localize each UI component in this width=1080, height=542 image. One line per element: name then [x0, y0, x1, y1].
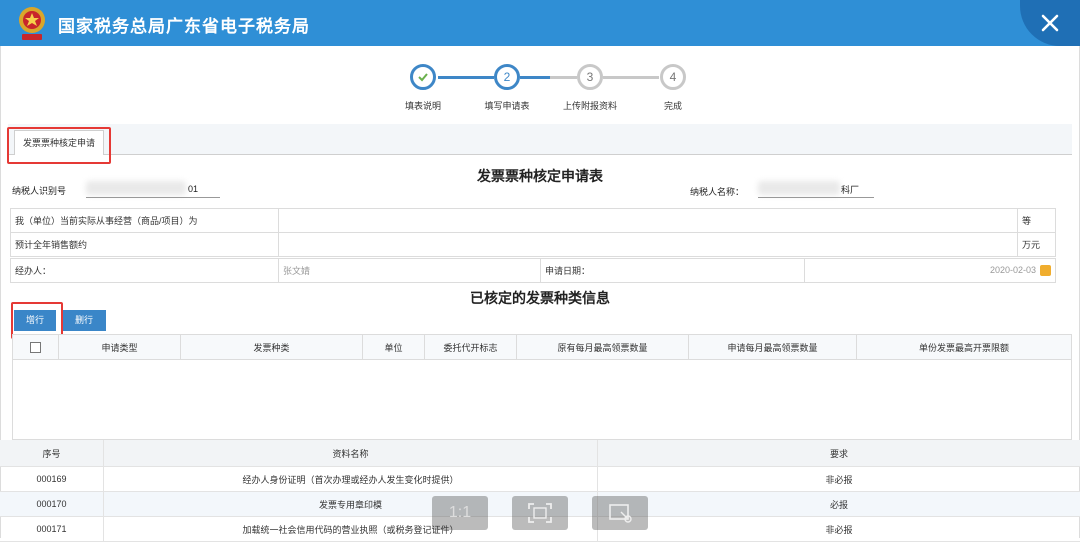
fit-screen-icon	[528, 503, 552, 523]
materials-header-row: 序号 资料名称 要求	[0, 440, 1080, 467]
business-scope-unit: 等	[1017, 208, 1056, 233]
step-connector	[603, 76, 659, 79]
close-icon	[1041, 14, 1059, 32]
step-connector	[550, 76, 577, 79]
calendar-icon[interactable]	[1040, 265, 1051, 277]
annual-sales-input[interactable]	[278, 232, 1018, 257]
step-3-circle: 3	[577, 64, 603, 90]
col-header: 单位	[363, 335, 425, 359]
app-title: 国家税务总局广东省电子税务局	[58, 17, 310, 36]
check-icon	[418, 73, 428, 82]
material-name: 经办人身份证明（首次办理或经办人发生变化时提供）	[104, 467, 598, 491]
col-header: 申请每月最高领票数量	[689, 335, 857, 359]
material-id: 000170	[0, 492, 104, 516]
redacted-taxpayer-name	[758, 181, 840, 195]
col-header: 发票种类	[181, 335, 363, 359]
fit-screen-button[interactable]	[512, 496, 568, 530]
apply-date-input[interactable]: 2020-02-03	[804, 258, 1056, 283]
add-row-button[interactable]: 增行	[14, 310, 56, 331]
field-underline	[758, 197, 874, 198]
redacted-taxpayer-id	[86, 181, 186, 195]
annual-sales-label: 预计全年销售额约	[10, 232, 279, 257]
select-all-checkbox[interactable]	[30, 341, 41, 353]
approved-types-title: 已核定的发票种类信息	[470, 290, 610, 306]
col-header: 要求	[829, 448, 848, 459]
step-connector	[520, 76, 550, 79]
col-header: 序号	[0, 440, 104, 466]
tab-invoice-type-application[interactable]: 发票票种核定申请	[14, 130, 105, 155]
crop-button[interactable]	[592, 496, 648, 530]
tax-emblem-icon	[19, 7, 45, 40]
application-form-table: 我（单位）当前实际从事经营（商品/项目）为 等 预计全年销售额约 万元	[10, 208, 1056, 257]
col-header: 委托代开标志	[425, 335, 517, 359]
apply-date-value: 2020-02-03	[989, 264, 1036, 275]
delete-row-button[interactable]: 删行	[62, 310, 106, 331]
annual-sales-unit: 万元	[1017, 232, 1056, 257]
material-requirement: 非必报	[825, 474, 853, 485]
material-requirement: 非必报	[825, 524, 853, 535]
agent-input[interactable]: 张文婧	[278, 258, 541, 283]
material-id: 000169	[0, 467, 104, 491]
step-4-circle: 4	[660, 64, 686, 90]
taxpayer-id-label: 纳税人识别号	[12, 186, 67, 196]
col-header: 资料名称	[104, 440, 598, 466]
agent-date-table: 经办人： 张文婧 申请日期： 2020-02-03	[10, 258, 1056, 283]
material-id: 000171	[0, 517, 104, 541]
actual-size-button[interactable]: 1:1	[432, 496, 488, 530]
taxpayer-id-value: 01	[188, 184, 199, 194]
col-header: 申请类型	[59, 335, 181, 359]
col-header: 原有每月最高领票数量	[517, 335, 689, 359]
business-scope-label: 我（单位）当前实际从事经营（商品/项目）为	[10, 208, 279, 233]
step-connector	[438, 76, 494, 79]
taxpayer-name-value: 科厂	[841, 185, 860, 195]
grid-header-row: 申请类型 发票种类 单位 委托代开标志 原有每月最高领票数量 申请每月最高领票数…	[13, 335, 1071, 360]
step-2-circle: 2	[494, 64, 520, 90]
table-row[interactable]: 000169 经办人身份证明（首次办理或经办人发生变化时提供） 非必报	[0, 467, 1080, 492]
app-header: 国家税务总局广东省电子税务局	[0, 0, 1080, 46]
apply-date-label: 申请日期：	[540, 258, 805, 283]
select-all-cell	[13, 335, 59, 359]
taxpayer-name-label: 纳税人名称：	[690, 187, 745, 197]
col-header: 单份发票最高开票限额	[918, 342, 1009, 353]
close-button[interactable]	[1020, 0, 1080, 46]
step-4-label: 完成	[663, 101, 682, 111]
tab-bar: 发票票种核定申请	[8, 124, 1072, 155]
crop-icon	[609, 504, 632, 523]
step-1-circle	[410, 64, 436, 90]
business-scope-input[interactable]	[278, 208, 1018, 233]
agent-label: 经办人：	[10, 258, 279, 283]
invoice-types-grid: 申请类型 发票种类 单位 委托代开标志 原有每月最高领票数量 申请每月最高领票数…	[12, 334, 1072, 440]
material-requirement: 必报	[829, 499, 848, 510]
field-underline	[86, 197, 220, 198]
